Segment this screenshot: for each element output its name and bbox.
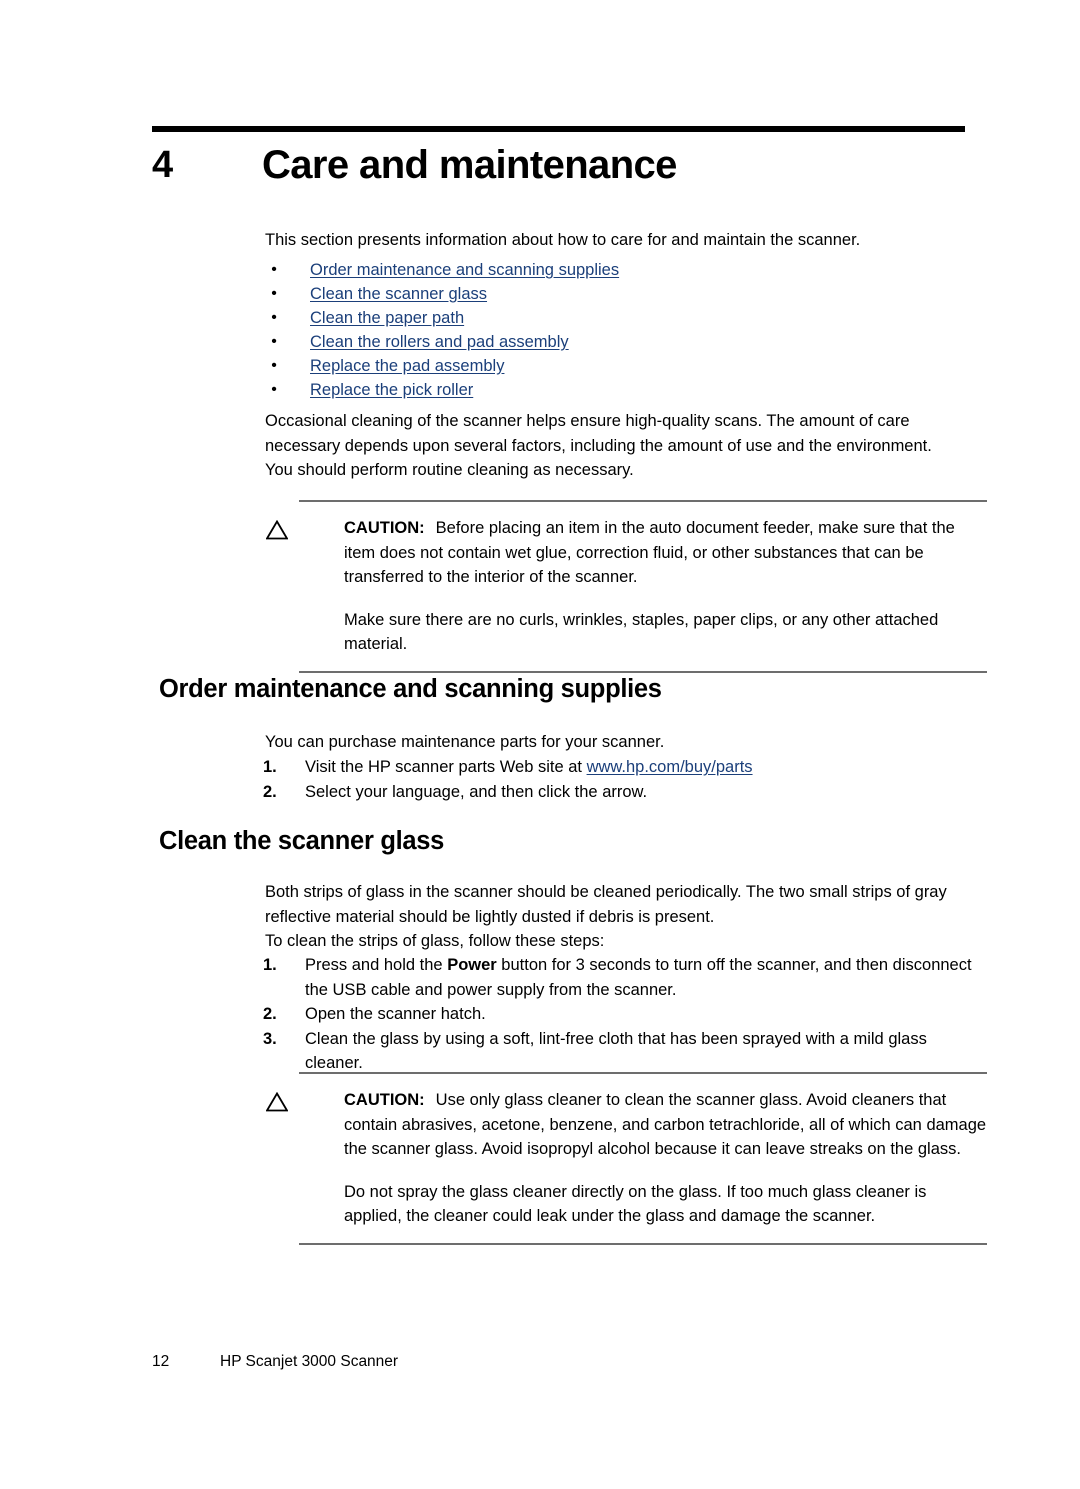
caution-paragraph: Do not spray the glass cleaner directly … — [344, 1180, 987, 1229]
cleaning-overview-paragraph: Occasional cleaning of the scanner helps… — [265, 412, 932, 480]
list-item: 1. Press and hold the Power button for 3 … — [263, 953, 985, 1002]
footer-product-name: HP Scanjet 3000 Scanner — [220, 1353, 399, 1370]
step-number: 1. — [263, 956, 277, 974]
caution-block-feeder: CAUTION: Before placing an item in the au… — [265, 500, 987, 673]
link-replace-the-pick-roller[interactable]: Replace the pick roller — [310, 381, 473, 399]
caution-top-rule — [299, 500, 987, 502]
chapter-header: 4 Care and maintenance — [152, 139, 972, 199]
link-replace-the-pad-assembly[interactable]: Replace the pad assembly — [310, 357, 504, 375]
link-order-maintenance-and-scanning-supplies[interactable]: Order maintenance and scanning supplies — [310, 261, 619, 279]
list-item: 3. Clean the glass by using a soft, lint-… — [263, 1027, 985, 1076]
bullet-icon: • — [271, 381, 277, 398]
step-number: 3. — [263, 1029, 277, 1048]
caution-label: CAUTION: — [344, 1091, 425, 1109]
list-item[interactable]: • Clean the paper path — [265, 306, 965, 330]
caution-top-rule — [299, 1072, 987, 1074]
heading-clean-the-scanner-glass: Clean the scanner glass — [159, 827, 445, 855]
step-number: 2. — [263, 782, 277, 801]
bullet-icon: • — [271, 261, 277, 278]
order-section-intro: You can purchase maintenance parts for y… — [265, 733, 665, 751]
section-link-list: • Order maintenance and scanning supplie… — [265, 258, 965, 402]
chapter-number: 4 — [152, 144, 173, 186]
list-item: 2. Open the scanner hatch. — [263, 1002, 985, 1027]
link-clean-the-scanner-glass[interactable]: Clean the scanner glass — [310, 285, 487, 303]
bullet-icon: • — [271, 357, 277, 374]
caution-paragraph: Make sure there are no curls, wrinkles, … — [344, 608, 987, 657]
page-footer: 12 HP Scanjet 3000 Scanner — [152, 1352, 398, 1372]
glass-section-steps: 1. Press and hold the Power button for 3 … — [263, 953, 985, 1076]
chapter-header-rule — [152, 126, 965, 132]
list-item[interactable]: • Replace the pick roller — [265, 378, 965, 402]
caution-paragraph: CAUTION: Use only glass cleaner to clean … — [344, 1088, 987, 1162]
link-clean-the-rollers-and-pad-assembly[interactable]: Clean the rollers and pad assembly — [310, 333, 569, 351]
link-hp-parts-website[interactable]: www.hp.com/buy/parts — [587, 758, 753, 776]
caution-content: CAUTION: Before placing an item in the au… — [265, 516, 987, 657]
list-item: 2. Select your language, and then click t… — [263, 780, 985, 805]
link-clean-the-paper-path[interactable]: Clean the paper path — [310, 309, 464, 327]
bullet-icon: • — [271, 285, 277, 302]
chapter-intro-text: This section presents information about … — [265, 231, 861, 249]
step-number: 2. — [263, 1005, 277, 1024]
caution-bottom-rule — [299, 1242, 987, 1245]
order-section-steps: 1. Visit the HP scanner parts Web site at… — [263, 755, 985, 804]
caution-text-secondary: Do not spray the glass cleaner directly … — [344, 1182, 927, 1226]
caution-block-glass-cleaner: CAUTION: Use only glass cleaner to clean … — [265, 1072, 987, 1245]
caution-triangle-icon — [265, 1091, 289, 1112]
caution-triangle-icon — [265, 519, 289, 540]
step-text: Select your language, and then click the… — [305, 782, 648, 801]
step-number: 1. — [263, 758, 277, 776]
step-text: Visit the HP scanner parts Web site at — [305, 758, 587, 776]
step-text: Press and hold the — [305, 956, 448, 974]
step-text: Open the scanner hatch. — [305, 1005, 486, 1024]
bullet-icon: • — [271, 309, 277, 326]
document-page: 4 Care and maintenance This section pres… — [0, 0, 1080, 1489]
list-item[interactable]: • Clean the rollers and pad assembly — [265, 330, 965, 354]
caution-text-secondary: Make sure there are no curls, wrinkles, … — [344, 610, 939, 654]
list-item[interactable]: • Replace the pad assembly — [265, 354, 965, 378]
caution-content: CAUTION: Use only glass cleaner to clean … — [265, 1088, 987, 1229]
step-text: Clean the glass by using a soft, lint-fr… — [305, 1029, 927, 1073]
glass-section-intro-1: Both strips of glass in the scanner shou… — [265, 883, 947, 926]
bullet-icon: • — [271, 333, 277, 350]
caution-paragraph: CAUTION: Before placing an item in the au… — [344, 516, 987, 590]
step-emphasis-power: Power — [447, 956, 497, 974]
caution-label: CAUTION: — [344, 519, 425, 537]
heading-order-maintenance-and-scanning-supplies: Order maintenance and scanning supplies — [159, 675, 662, 703]
caution-text: Use only glass cleaner to clean the scan… — [344, 1091, 987, 1159]
list-item[interactable]: • Order maintenance and scanning supplie… — [265, 258, 965, 282]
page-title: Care and maintenance — [262, 143, 677, 187]
list-item[interactable]: • Clean the scanner glass — [265, 282, 965, 306]
caution-text: Before placing an item in the auto docum… — [344, 519, 955, 587]
list-item: 1. Visit the HP scanner parts Web site at… — [263, 755, 985, 780]
glass-section-intro-2: To clean the strips of glass, follow the… — [265, 932, 605, 950]
footer-page-number: 12 — [152, 1353, 170, 1370]
